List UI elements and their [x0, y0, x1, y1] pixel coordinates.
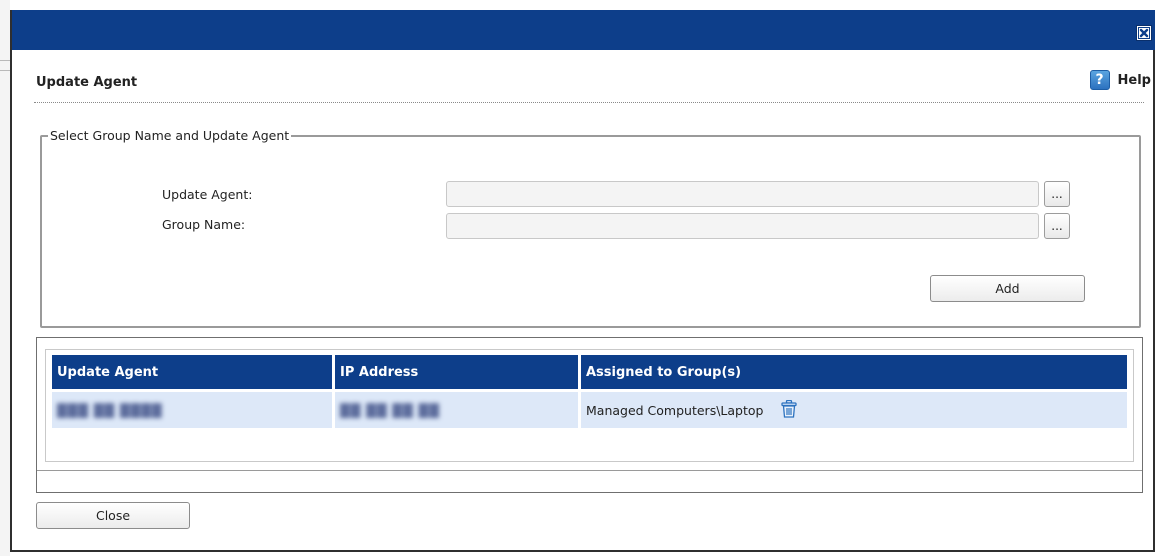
- fieldset-legend: Select Group Name and Update Agent: [50, 128, 290, 143]
- assigned-group-text: Managed Computers\Laptop: [586, 402, 764, 418]
- page-title: Update Agent: [36, 75, 138, 90]
- background-divider: [0, 60, 10, 61]
- help-icon: ?: [1089, 70, 1110, 90]
- help-label: Help: [1117, 72, 1151, 88]
- add-button[interactable]: Add: [930, 275, 1085, 302]
- browse-group-name-button[interactable]: ...: [1044, 213, 1070, 239]
- help-link[interactable]: ? Help: [1089, 70, 1151, 90]
- table-bottom-divider: [37, 470, 1142, 471]
- table-row[interactable]: ███ ██ ████ ██ ██ ██ ██ Managed Computer…: [52, 392, 1127, 428]
- update-agent-input[interactable]: [446, 181, 1039, 207]
- close-icon[interactable]: [1136, 25, 1152, 41]
- browse-update-agent-button[interactable]: ...: [1044, 181, 1070, 207]
- cell-assigned-groups: Managed Computers\Laptop: [581, 392, 1127, 428]
- header-divider: [34, 102, 1144, 103]
- agents-table-container: Update Agent IP Address Assigned to Grou…: [36, 337, 1143, 493]
- agents-table-frame: Update Agent IP Address Assigned to Grou…: [45, 349, 1134, 462]
- group-name-label: Group Name:: [162, 217, 246, 232]
- close-button[interactable]: Close: [36, 502, 190, 529]
- cell-ip-address: ██ ██ ██ ██: [335, 392, 578, 428]
- agents-table: Update Agent IP Address Assigned to Grou…: [49, 352, 1130, 431]
- ip-address-redacted: ██ ██ ██ ██: [340, 402, 440, 418]
- background-divider: [0, 70, 10, 71]
- background-page: [0, 0, 10, 556]
- agent-name-redacted: ███ ██ ████: [57, 402, 163, 418]
- column-header-ip-address[interactable]: IP Address: [335, 355, 578, 389]
- update-agent-label: Update Agent:: [162, 187, 253, 202]
- update-agent-dialog: Update Agent ? Help Select Group Name an…: [10, 10, 1155, 552]
- trash-icon[interactable]: [781, 399, 798, 421]
- column-header-assigned-groups[interactable]: Assigned to Group(s): [581, 355, 1127, 389]
- select-group-fieldset: Select Group Name and Update Agent Updat…: [40, 128, 1141, 328]
- table-header-row: Update Agent IP Address Assigned to Grou…: [52, 355, 1127, 389]
- column-header-update-agent[interactable]: Update Agent: [52, 355, 332, 389]
- dialog-header: Update Agent ? Help: [12, 50, 1155, 102]
- dialog-titlebar: [12, 10, 1155, 50]
- cell-update-agent: ███ ██ ████: [52, 392, 332, 428]
- group-name-input[interactable]: [446, 213, 1039, 239]
